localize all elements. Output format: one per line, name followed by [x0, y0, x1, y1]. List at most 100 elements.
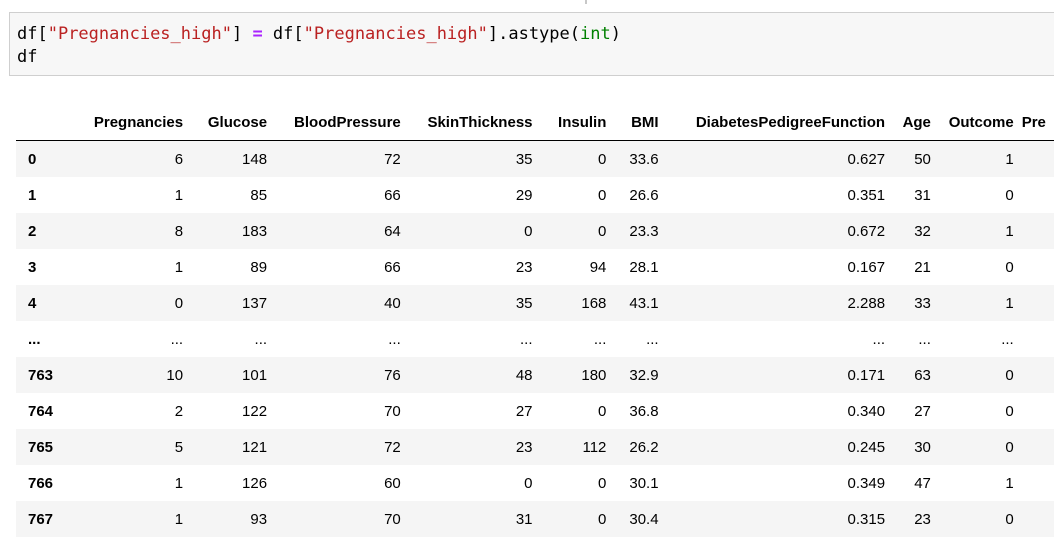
- column-header: Pregnancies: [66, 104, 192, 141]
- table-cell: 60: [384, 474, 401, 492]
- column-header: BMI: [614, 104, 667, 141]
- table-cell: [1022, 285, 1054, 321]
- table-cell: 85: [250, 186, 268, 204]
- table-cell: 21: [914, 258, 931, 276]
- table-cell: 32.9: [629, 366, 659, 384]
- table-cell: [1022, 177, 1054, 213]
- column-header: Outcome: [938, 104, 1022, 141]
- table-body: 0 6 148 72 35 0 33.6 0.627 50 1 1 1 85 66 29 0 26.6 0.351…: [16, 140, 1054, 537]
- table-row: 2 8 183 64 0 0 23.3 0.672 32 1: [16, 213, 1054, 249]
- row-index: 1: [28, 186, 37, 204]
- table-cell: 33: [914, 294, 931, 312]
- table-cell: 0: [598, 510, 607, 528]
- table-cell: 0: [524, 222, 533, 240]
- table-row: 3 1 89 66 23 94 28.1 0.167 21 0: [16, 249, 1054, 285]
- column-header: Pre: [1021, 104, 1054, 141]
- table-cell: ...: [519, 330, 533, 348]
- code-cell-input[interactable]: df["Pregnancies_high"] = df["Pregnancies…: [9, 12, 1054, 76]
- table-cell: 1: [1005, 474, 1014, 492]
- table-cell: ...: [170, 330, 184, 348]
- table-cell: 0.245: [847, 438, 886, 456]
- code-string: "Pregnancies_high": [47, 24, 232, 44]
- row-index: 766: [28, 474, 54, 492]
- table-cell: 0.171: [847, 366, 886, 384]
- table-cell: 23.3: [629, 222, 659, 240]
- table-cell: 148: [242, 150, 268, 168]
- table-cell: [1022, 357, 1054, 393]
- table-cell: 50: [914, 150, 931, 168]
- table-cell: 26.2: [629, 438, 659, 456]
- table-cell: [1022, 393, 1054, 429]
- table-cell: 0: [598, 150, 607, 168]
- table-cell: 2.288: [847, 294, 886, 312]
- table-cell: 6: [174, 150, 184, 168]
- code-token: df[: [17, 24, 48, 44]
- code-builtin: int: [580, 24, 611, 44]
- table-cell: 30.1: [629, 474, 659, 492]
- table-cell: 0: [598, 222, 607, 240]
- table-cell: 1: [1005, 150, 1014, 168]
- column-header: BloodPressure: [275, 104, 409, 141]
- table-cell: 30: [914, 438, 931, 456]
- table-cell: 0.627: [847, 150, 886, 168]
- table-cell: 8: [174, 222, 184, 240]
- column-header: Glucose: [191, 104, 276, 141]
- table-cell: 76: [384, 366, 401, 384]
- table-cell: 70: [384, 402, 401, 420]
- table-cell: 23: [515, 258, 533, 276]
- table-cell: ...: [872, 330, 886, 348]
- table-row: 767 1 93 70 31 0 30.4 0.315 23 0: [16, 501, 1054, 537]
- table-cell: 72: [384, 438, 401, 456]
- column-header: Age: [893, 104, 939, 141]
- table-row: 763 10 101 76 48 180 32.9 0.171 63 0: [16, 357, 1054, 393]
- table-cell: 27: [914, 402, 931, 420]
- table-cell: 64: [384, 222, 401, 240]
- cell-output: Pregnancies Glucose BloodPressure SkinThick…: [16, 104, 1054, 544]
- table-cell: 63: [914, 366, 931, 384]
- table-cell: 0.340: [847, 402, 886, 420]
- table-cell: 101: [242, 366, 268, 384]
- row-index: 2: [28, 222, 37, 240]
- table-cell: 5: [174, 438, 184, 456]
- table-cell: 0: [1005, 438, 1014, 456]
- table-cell: 112: [582, 438, 607, 456]
- column-header: DiabetesPedigreeFunction: [666, 104, 894, 141]
- table-row: 4 0 137 40 35 168 43.1 2.288 33 1: [16, 285, 1054, 321]
- code-token: ): [610, 24, 621, 44]
- row-index: 765: [28, 438, 54, 456]
- table-cell: 35: [515, 150, 533, 168]
- table-cell: 35: [515, 294, 533, 312]
- code-line-1: df["Pregnancies_high"] = df["Pregnancies…: [17, 23, 621, 45]
- table-cell: 183: [242, 222, 268, 240]
- table-cell: 27: [515, 402, 533, 420]
- table-cell: 0.167: [847, 258, 886, 276]
- table-cell: 36.8: [629, 402, 659, 420]
- table-cell: 30.4: [629, 510, 659, 528]
- column-header: Insulin: [540, 104, 615, 141]
- table-cell: 137: [242, 294, 268, 312]
- row-index: 767: [28, 510, 54, 528]
- table-cell: [1022, 501, 1054, 537]
- table-cell: 1: [1005, 294, 1014, 312]
- table-row: ..............................: [16, 321, 1054, 357]
- table-cell: ...: [254, 330, 268, 348]
- table-cell: 0: [598, 402, 607, 420]
- column-header: SkinThickness: [408, 104, 541, 141]
- table-cell: 1: [174, 258, 184, 276]
- table-row: 766 1 126 60 0 0 30.1 0.349 47 1: [16, 465, 1054, 501]
- table-cell: 0.315: [847, 510, 886, 528]
- code-string: "Pregnancies_high": [303, 24, 488, 44]
- top-strip: [0, 0, 1054, 12]
- table-cell: 0: [1005, 510, 1014, 528]
- table-cell: 23: [914, 510, 931, 528]
- table-cell: ...: [918, 330, 931, 348]
- code-token: ]: [231, 24, 253, 44]
- table-cell: 43.1: [629, 294, 659, 312]
- table-cell: 0: [598, 186, 607, 204]
- table-cell: 122: [242, 402, 268, 420]
- table-cell: [1022, 249, 1054, 285]
- table-row: 0 6 148 72 35 0 33.6 0.627 50 1: [16, 140, 1054, 177]
- table-cell: 126: [242, 474, 268, 492]
- table-cell: 180: [581, 366, 607, 384]
- table-cell: 89: [250, 258, 268, 276]
